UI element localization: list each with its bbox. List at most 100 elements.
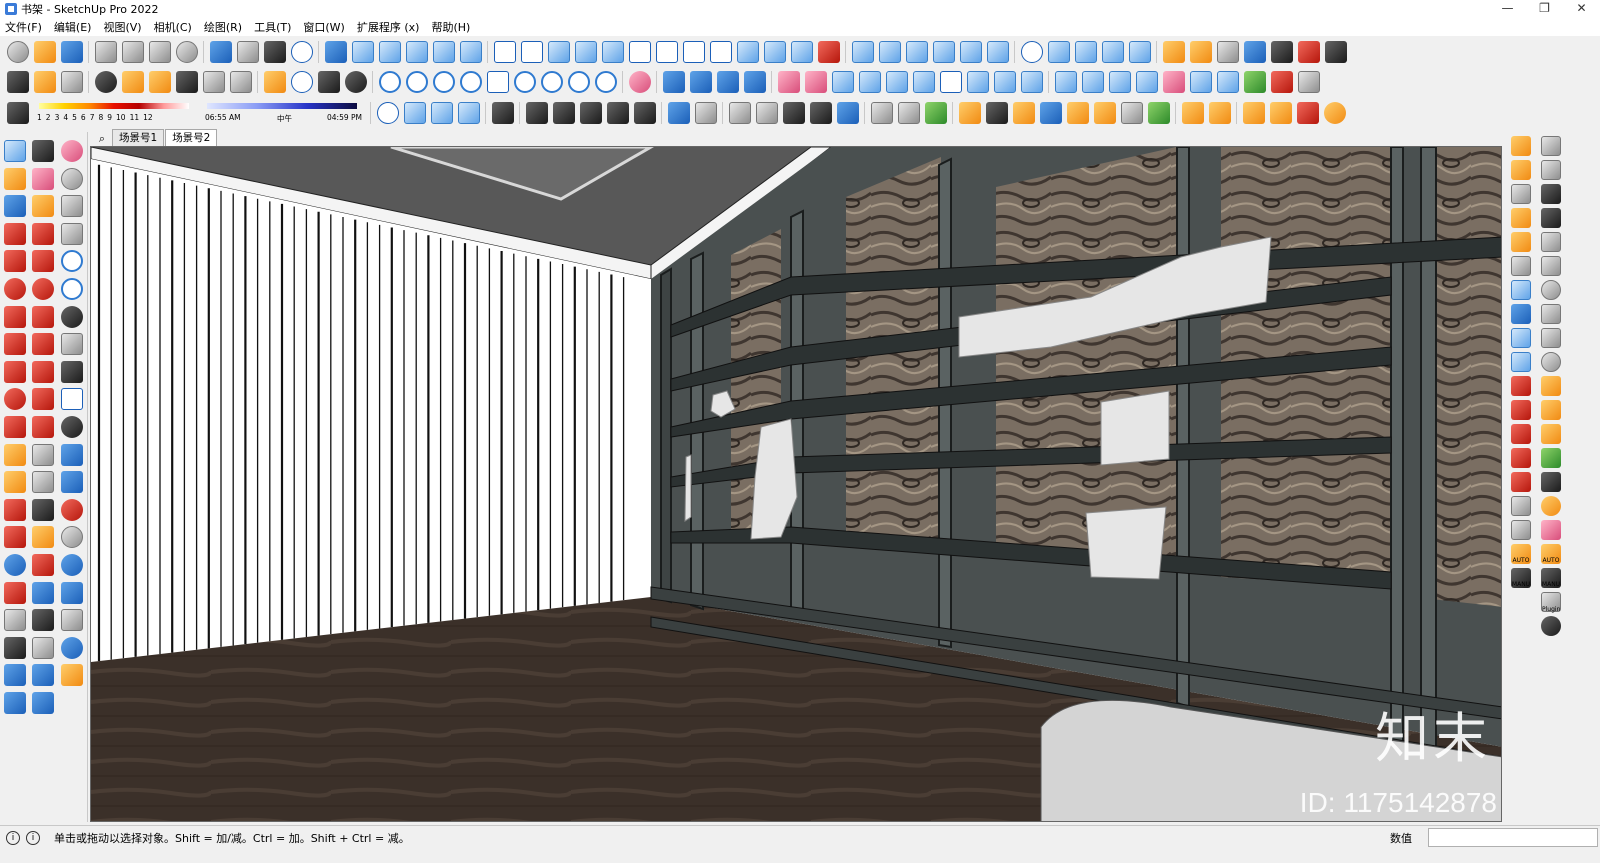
- trim-b-icon[interactable]: [1511, 424, 1531, 444]
- pencil-line-tool-icon[interactable]: [4, 222, 26, 245]
- auto-icon[interactable]: AUTO: [1511, 544, 1531, 564]
- gear-blue-icon[interactable]: [61, 553, 83, 576]
- 3d-text-icon[interactable]: [32, 498, 54, 521]
- follow-me-icon[interactable]: [32, 388, 54, 411]
- move-tool-icon[interactable]: [4, 360, 26, 383]
- lamp-icon[interactable]: [1541, 256, 1561, 276]
- look-around-icon[interactable]: [32, 609, 54, 632]
- model-info-icon[interactable]: [290, 41, 313, 63]
- panel-c-icon[interactable]: [831, 71, 854, 93]
- menu-tools[interactable]: 工具(T): [254, 19, 291, 35]
- cloud-upload-icon[interactable]: [202, 71, 225, 93]
- erase-icon[interactable]: [175, 41, 198, 63]
- status-info-icon[interactable]: i: [26, 830, 40, 845]
- section-plane-icon[interactable]: [32, 636, 54, 659]
- record-icon[interactable]: [61, 498, 83, 521]
- offset-icon[interactable]: [32, 415, 54, 438]
- bottles-icon[interactable]: [1541, 448, 1561, 468]
- walk-tool-icon[interactable]: [4, 636, 26, 659]
- page-icon[interactable]: [1511, 184, 1531, 204]
- fire-icon[interactable]: [1296, 101, 1319, 124]
- panel-d-icon[interactable]: [858, 71, 881, 93]
- style-texture-icon[interactable]: [809, 101, 832, 124]
- cylinder-icon[interactable]: [1039, 101, 1062, 124]
- sel-2-icon[interactable]: [1189, 41, 1212, 63]
- align-icon[interactable]: [432, 41, 455, 63]
- cap-icon[interactable]: [1541, 352, 1561, 372]
- tick-icon[interactable]: [1243, 71, 1266, 93]
- frame-icon[interactable]: [486, 71, 509, 93]
- extrude-icon[interactable]: [1270, 71, 1293, 93]
- clock-icon[interactable]: [61, 250, 83, 273]
- fence-icon[interactable]: [763, 41, 786, 63]
- axes-tool-icon[interactable]: [4, 498, 26, 521]
- texture-icon[interactable]: [1047, 41, 1070, 63]
- download-circle-icon[interactable]: [567, 71, 590, 93]
- selection-icon[interactable]: [33, 71, 56, 93]
- position-camera-icon[interactable]: [4, 609, 26, 632]
- panel-e-icon[interactable]: [885, 71, 908, 93]
- style-shaded-icon[interactable]: [782, 101, 805, 124]
- rectangle-red-icon[interactable]: [4, 250, 26, 273]
- roof-tool-icon[interactable]: [574, 41, 597, 63]
- hand-grab-icon[interactable]: [1511, 520, 1531, 540]
- sandbox-d-icon[interactable]: [32, 691, 54, 714]
- cart-icon[interactable]: [317, 71, 340, 93]
- points-icon[interactable]: [682, 41, 705, 63]
- beam-f-icon[interactable]: [1189, 71, 1212, 93]
- open-folder-icon[interactable]: [33, 41, 56, 63]
- report-icon[interactable]: [1511, 496, 1531, 516]
- ribbon-icon[interactable]: [1541, 400, 1561, 420]
- minimize-button[interactable]: —: [1489, 0, 1526, 18]
- play-icon[interactable]: [61, 443, 83, 466]
- mirror-icon[interactable]: [459, 41, 482, 63]
- push-pull-icon[interactable]: [32, 360, 54, 383]
- book-icon[interactable]: [1511, 208, 1531, 228]
- box-icon[interactable]: [932, 41, 955, 63]
- weld-icon[interactable]: [655, 41, 678, 63]
- door-icon[interactable]: [1511, 280, 1531, 300]
- beam-b-icon[interactable]: [1081, 71, 1104, 93]
- roof-orange-icon[interactable]: [1066, 101, 1089, 124]
- grid-icon[interactable]: [1541, 232, 1561, 252]
- scale-b-icon[interactable]: [1208, 101, 1231, 124]
- panel-g-icon[interactable]: [939, 71, 962, 93]
- close-button[interactable]: ✕: [1563, 0, 1600, 18]
- sun-gear-icon[interactable]: [1323, 101, 1346, 124]
- push-pull-ext-icon[interactable]: [547, 41, 570, 63]
- sandbox-c-icon[interactable]: [32, 664, 54, 687]
- group-layer-icon[interactable]: [491, 101, 514, 124]
- scene-search-icon[interactable]: ⌕: [92, 132, 112, 146]
- arc-icon[interactable]: [1020, 41, 1043, 63]
- cloud-icon[interactable]: [432, 71, 455, 93]
- hide-icon[interactable]: [61, 415, 83, 438]
- undo-icon[interactable]: [209, 41, 232, 63]
- rotate-arrows-icon[interactable]: [924, 101, 947, 124]
- box-a-icon[interactable]: [525, 101, 548, 124]
- back-edges-icon[interactable]: [430, 101, 453, 124]
- menu-edit[interactable]: 编辑(E): [54, 19, 92, 35]
- arc-tool-icon[interactable]: [4, 305, 26, 328]
- panel-a-icon[interactable]: [777, 71, 800, 93]
- tape-icon[interactable]: [958, 101, 981, 124]
- chrome-icon[interactable]: [628, 71, 651, 93]
- tv-icon[interactable]: [1541, 184, 1561, 204]
- drop-to-face-icon[interactable]: [878, 41, 901, 63]
- rotated-rect-icon[interactable]: [32, 250, 54, 273]
- plugin-p-icon[interactable]: [61, 140, 83, 162]
- fold-icon[interactable]: [1511, 160, 1531, 180]
- cube-orange-icon[interactable]: [1012, 101, 1035, 124]
- sel-1-icon[interactable]: [1162, 41, 1185, 63]
- paint-icon[interactable]: [1074, 41, 1097, 63]
- panel-b-icon[interactable]: [804, 71, 827, 93]
- link-icon[interactable]: [378, 71, 401, 93]
- hand-icon[interactable]: [1297, 71, 1320, 93]
- angle-icon[interactable]: [1020, 71, 1043, 93]
- previous-view-icon[interactable]: [32, 581, 54, 604]
- pencil-icon[interactable]: [32, 195, 54, 218]
- pan-tool-icon[interactable]: [32, 526, 54, 549]
- cross-red-icon[interactable]: [1511, 376, 1531, 396]
- texture-orange-icon[interactable]: [1511, 136, 1531, 156]
- beam-a-icon[interactable]: [1054, 71, 1077, 93]
- scene-icon[interactable]: [61, 195, 83, 218]
